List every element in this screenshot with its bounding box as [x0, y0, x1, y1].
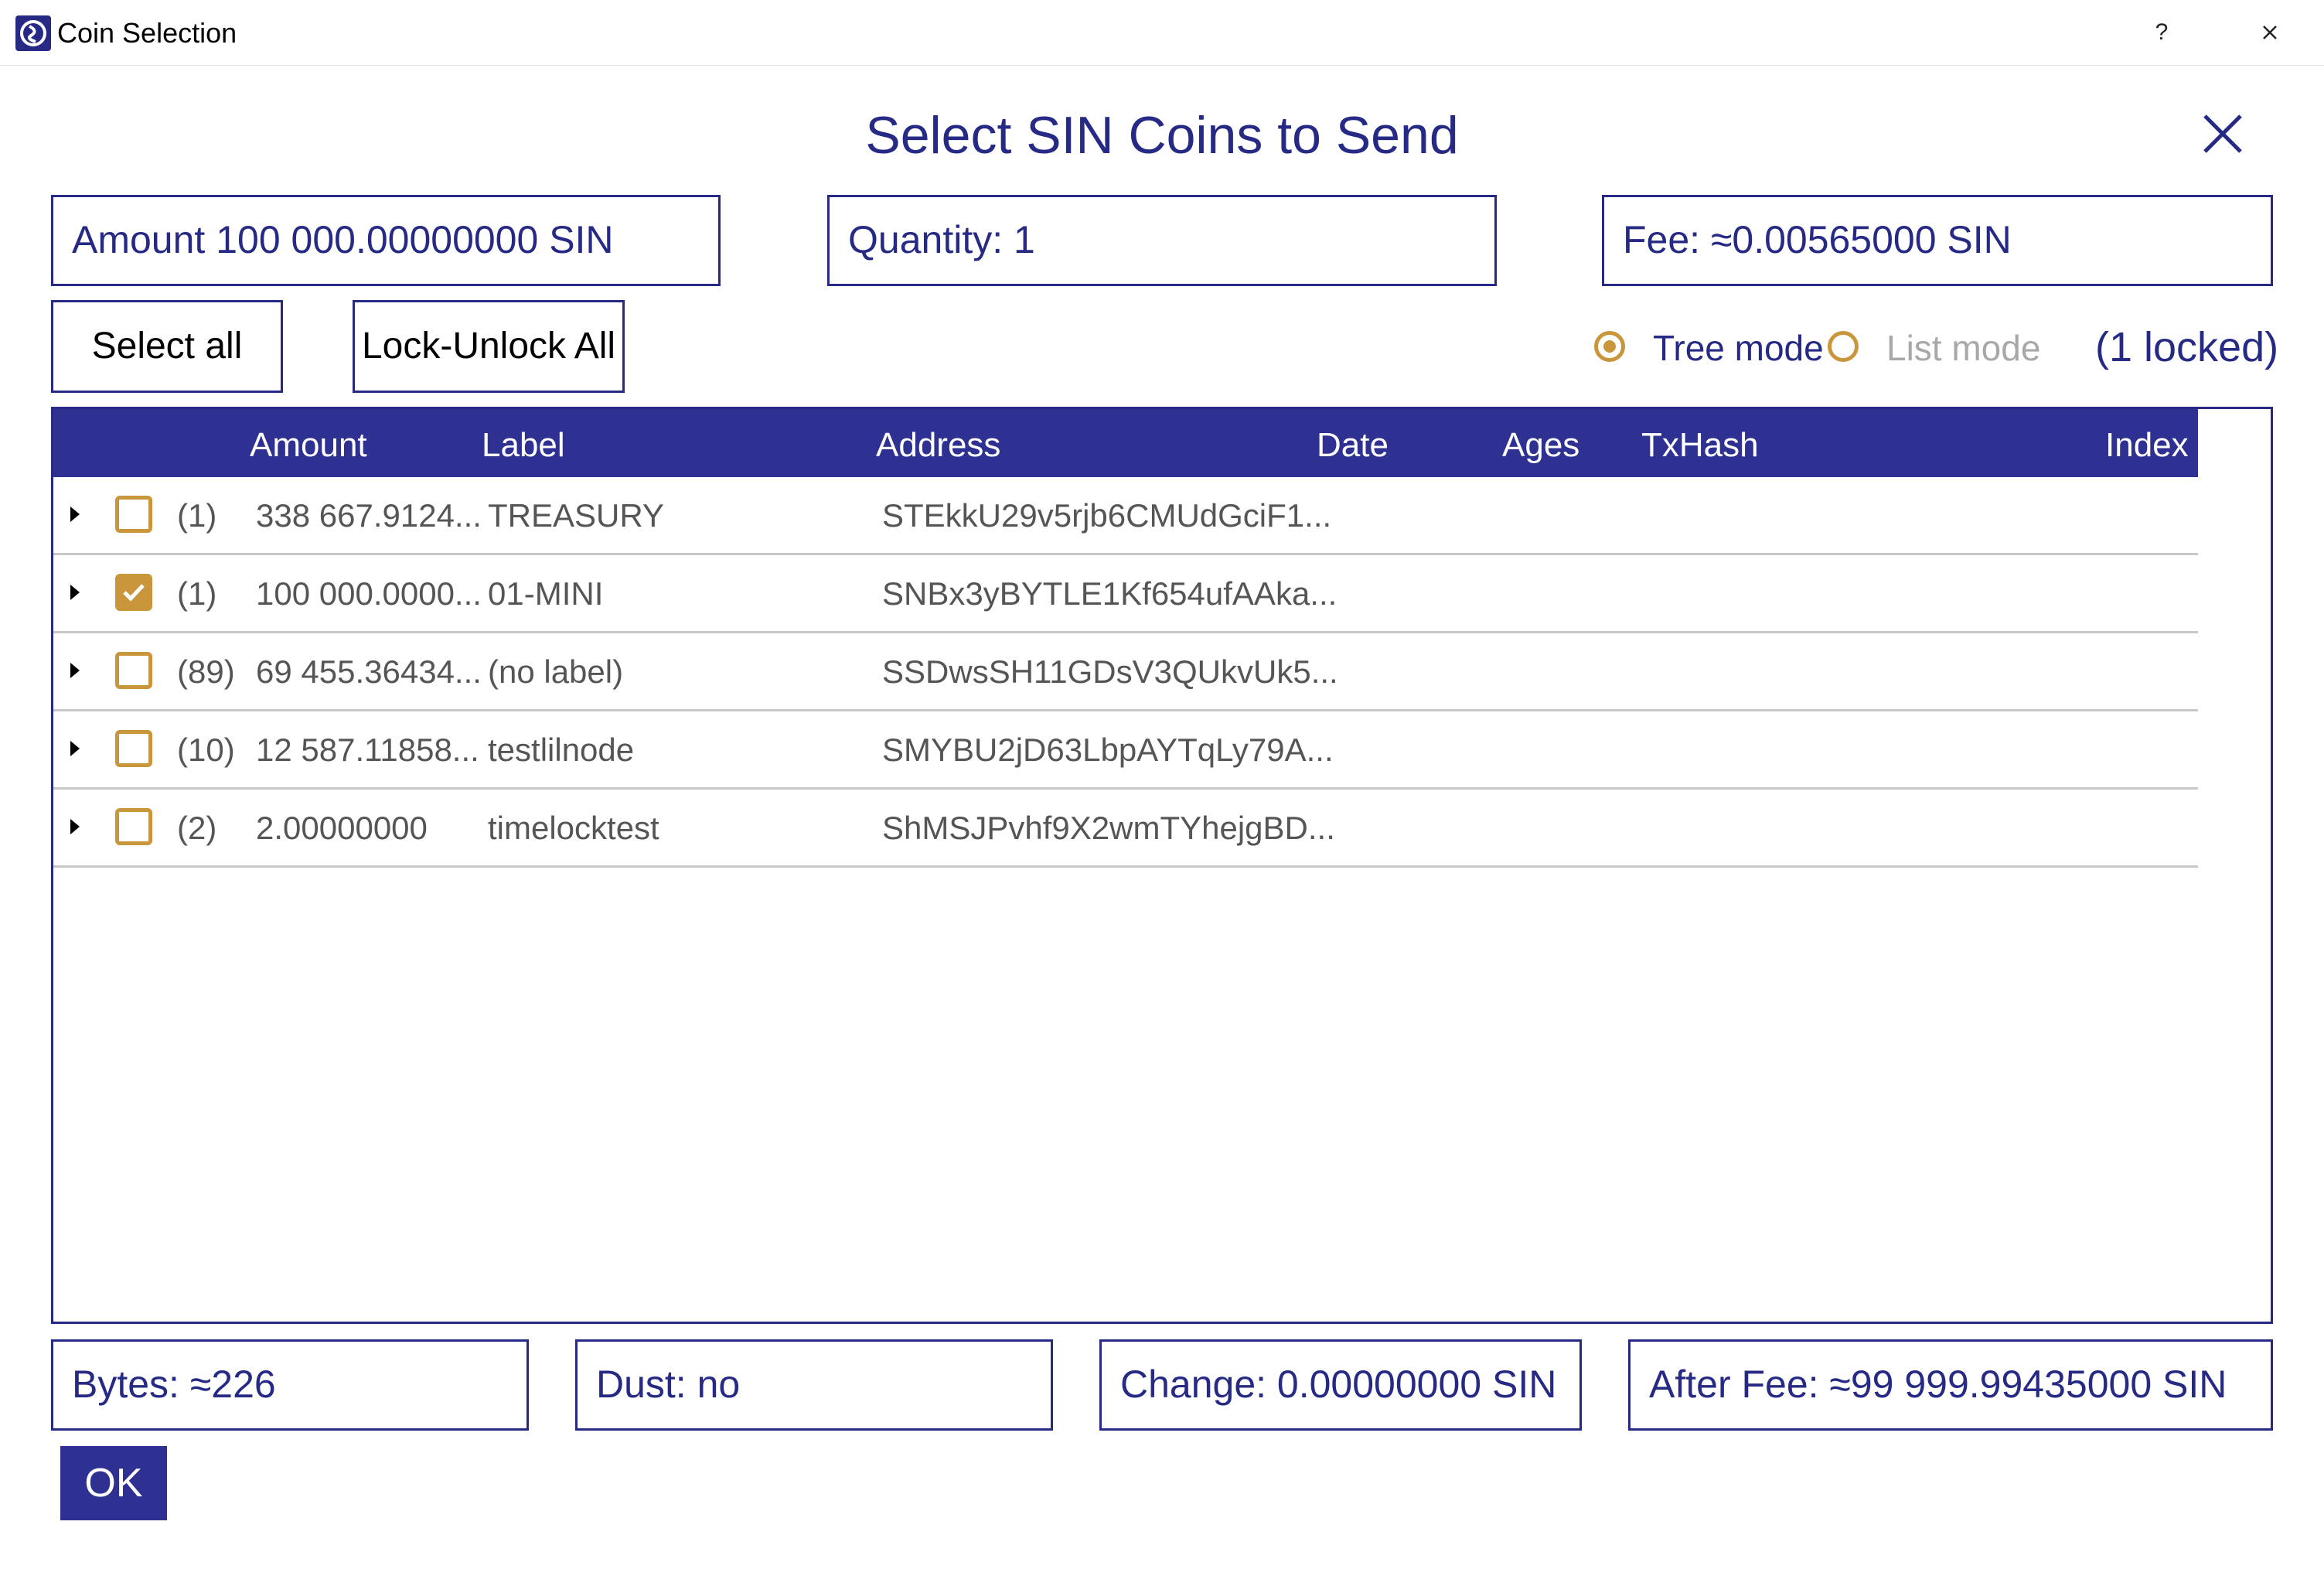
row-address: STEkkU29v5rjb6CMUdGciF1...	[882, 497, 1332, 534]
expand-arrow-icon[interactable]	[70, 507, 80, 522]
row-count: (10)	[177, 732, 235, 768]
row-amount: 338 667.9124...	[256, 497, 482, 534]
select-all-button[interactable]: Select all	[51, 300, 283, 393]
coin-tree-table[interactable]: Amount Label Address Date Ages TxHash In…	[51, 407, 2273, 1324]
row-amount: 12 587.11858...	[256, 732, 479, 768]
list-mode-label[interactable]: List mode	[1886, 325, 2040, 371]
column-header-ages[interactable]: Ages	[1502, 409, 1579, 482]
table-row[interactable]: (89) 69 455.36434... (no label) SSDwsSH1…	[53, 633, 2198, 711]
row-checkbox[interactable]	[115, 808, 152, 845]
app-logo-icon	[15, 15, 51, 51]
table-row[interactable]: (2) 2.00000000 timelocktest ShMSJPvhf9X2…	[53, 790, 2198, 868]
window-close-icon[interactable]	[2248, 14, 2292, 51]
tree-mode-label[interactable]: Tree mode	[1653, 325, 1824, 371]
row-checkbox[interactable]	[115, 652, 152, 689]
bytes-box: Bytes: ≈226	[51, 1339, 529, 1431]
ok-button[interactable]: OK	[60, 1446, 167, 1520]
column-header-date[interactable]: Date	[1317, 409, 1389, 482]
expand-arrow-icon[interactable]	[70, 585, 80, 600]
row-count: (2)	[177, 810, 217, 846]
table-row[interactable]: (1) 338 667.9124... TREASURY STEkkU29v5r…	[53, 477, 2198, 555]
column-header-index[interactable]: Index	[2105, 409, 2189, 482]
row-label: 01-MINI	[488, 575, 604, 612]
tree-mode-radio[interactable]	[1594, 331, 1625, 362]
row-label: testlilnode	[488, 732, 635, 768]
table-header: Amount Label Address Date Ages TxHash In…	[53, 409, 2198, 477]
row-label: TREASURY	[488, 497, 664, 534]
table-row[interactable]: (10) 12 587.11858... testlilnode SMYBU2j…	[53, 711, 2198, 790]
window-title: Coin Selection	[57, 17, 237, 49]
column-header-amount[interactable]: Amount	[250, 409, 367, 482]
dust-box: Dust: no	[575, 1339, 1053, 1431]
row-count: (1)	[177, 575, 217, 612]
column-header-txhash[interactable]: TxHash	[1641, 409, 1759, 482]
help-button[interactable]: ?	[2146, 14, 2177, 51]
expand-arrow-icon[interactable]	[70, 741, 80, 756]
change-box: Change: 0.00000000 SIN	[1099, 1339, 1582, 1431]
column-header-label[interactable]: Label	[482, 409, 565, 482]
row-count: (89)	[177, 653, 235, 690]
row-checkbox[interactable]	[115, 496, 152, 533]
after-fee-box: After Fee: ≈99 999.99435000 SIN	[1628, 1339, 2273, 1431]
fee-box: Fee: ≈0.00565000 SIN	[1602, 195, 2273, 286]
row-checkbox[interactable]	[115, 730, 152, 767]
row-amount: 69 455.36434...	[256, 653, 482, 690]
lock-unlock-all-button[interactable]: Lock-Unlock All	[353, 300, 625, 393]
row-checkbox-checked[interactable]	[115, 574, 152, 611]
close-dialog-icon[interactable]	[2197, 108, 2248, 159]
quantity-box: Quantity: 1	[827, 195, 1497, 286]
row-address: SNBx3yBYTLE1Kf654ufAAka...	[882, 575, 1337, 612]
row-address: SMYBU2jD63LbpAYTqLy79A...	[882, 732, 1334, 768]
row-address: SSDwsSH11GDsV3QUkvUk5...	[882, 653, 1338, 690]
row-label: (no label)	[488, 653, 624, 690]
row-amount: 100 000.0000...	[256, 575, 482, 612]
row-label: timelocktest	[488, 810, 659, 846]
row-address: ShMSJPvhf9X2wmTYhejgBD...	[882, 810, 1335, 846]
table-row[interactable]: (1) 100 000.0000... 01-MINI SNBx3yBYTLE1…	[53, 555, 2198, 633]
row-count: (1)	[177, 497, 217, 534]
amount-box: Amount 100 000.00000000 SIN	[51, 195, 721, 286]
dialog-heading: Select SIN Coins to Send	[865, 106, 1459, 165]
expand-arrow-icon[interactable]	[70, 819, 80, 834]
expand-arrow-icon[interactable]	[70, 663, 80, 678]
row-amount: 2.00000000	[256, 810, 428, 846]
list-mode-radio[interactable]	[1828, 331, 1859, 362]
locked-count: (1 locked)	[2095, 324, 2279, 370]
column-header-address[interactable]: Address	[876, 409, 1000, 482]
title-bar	[0, 0, 2324, 66]
checkmark-icon	[123, 584, 145, 602]
